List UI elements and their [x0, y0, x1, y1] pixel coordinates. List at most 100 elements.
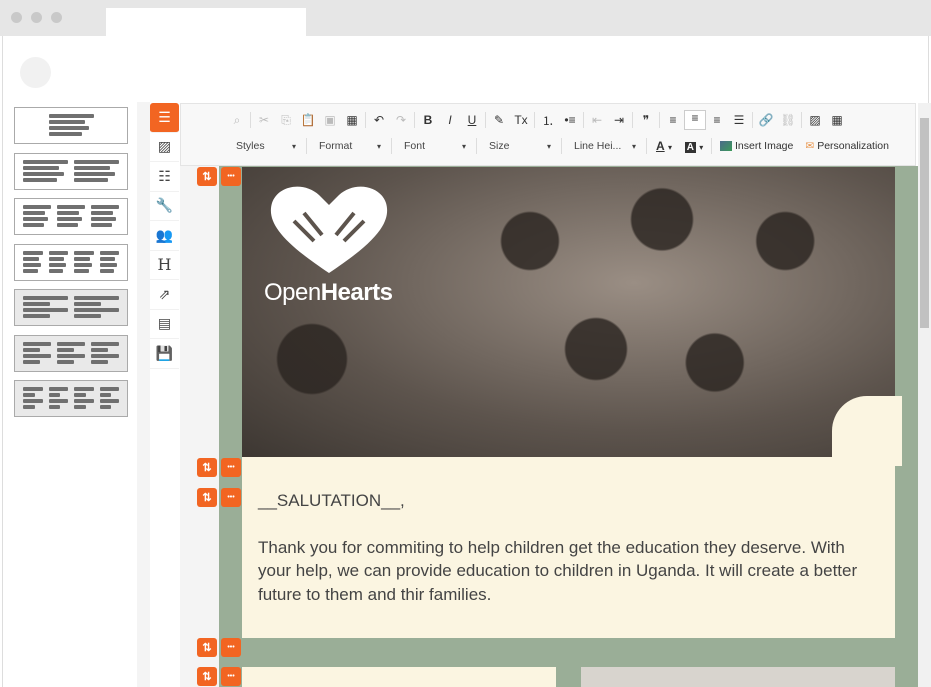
dropdown-label: Line Hei... [574, 140, 622, 152]
paste-icon[interactable]: 📋 [297, 113, 319, 127]
chevron-down-icon: ▾ [546, 141, 551, 151]
toolbar-separator [752, 112, 753, 128]
column-block-left[interactable] [242, 667, 556, 687]
move-handle[interactable]: ⇅ [197, 458, 217, 477]
panel-divider [137, 102, 150, 687]
column-block-right-image[interactable] [581, 667, 895, 687]
redo-icon[interactable]: ↷ [390, 113, 412, 127]
numbered-list-icon[interactable]: ⒈ [537, 112, 559, 129]
table-icon[interactable]: ▦ [826, 113, 848, 127]
newsletter-icon[interactable]: ▤ [150, 309, 179, 339]
dropdown-label: Format [319, 140, 353, 152]
bulleted-list-icon[interactable]: •≡ [559, 113, 581, 127]
dropdown-format[interactable]: Format ▾ [309, 140, 389, 152]
window-minimize-dot[interactable] [31, 12, 42, 23]
heading-icon[interactable]: H [150, 250, 179, 280]
list-icon[interactable]: ☷ [150, 162, 179, 192]
layout-option-3-col[interactable] [14, 198, 128, 235]
justify-icon[interactable]: ☰ [728, 113, 750, 127]
toolbar-separator [365, 112, 366, 128]
insert-image-button[interactable]: Insert Image [720, 140, 793, 152]
toolbar-separator [583, 112, 584, 128]
layout-option-3-col[interactable] [14, 334, 128, 372]
outdent-icon[interactable]: ⇤ [586, 113, 608, 127]
align-right-icon[interactable]: ≡ [706, 113, 728, 127]
layout-option-4-col[interactable] [14, 243, 128, 281]
toolbar-separator [250, 112, 251, 128]
align-center-icon[interactable]: ≡ [684, 110, 706, 130]
chevron-down-icon: ▾ [291, 141, 296, 151]
toolbar-separator [414, 112, 415, 128]
layout-option-2-col[interactable] [14, 152, 128, 190]
move-handle[interactable]: ⇅ [197, 488, 217, 507]
salutation: __SALUTATION__, [258, 491, 405, 510]
dropdown-label: Styles [236, 140, 265, 152]
dropdown-font[interactable]: Font ▾ [394, 140, 474, 152]
dropdown-styles[interactable]: Styles ▾ [226, 140, 304, 152]
text-block[interactable]: __SALUTATION__, Thank you for commiting … [242, 457, 895, 638]
move-handle[interactable]: ⇅ [197, 667, 217, 686]
dropdown-linehei[interactable]: Line Hei... ▾ [564, 140, 644, 152]
clear-format-icon[interactable]: Tx [510, 113, 532, 127]
dropdown-label: Size [489, 140, 510, 152]
find-icon[interactable]: ⌕ [226, 113, 248, 128]
italic-icon[interactable]: I [439, 113, 461, 127]
hero-image[interactable]: OpenHearts [242, 167, 895, 457]
align-left-icon[interactable]: ≡ [662, 113, 684, 127]
body-text: Thank you for commiting to help children… [258, 537, 858, 604]
link-out-icon[interactable]: ⇗ [150, 280, 179, 310]
indent-icon[interactable]: ⇥ [608, 113, 630, 127]
scrollbar-thumb[interactable] [920, 118, 929, 328]
bold-icon[interactable]: B [417, 113, 439, 127]
child-left-silhouette [262, 317, 362, 457]
editor-toolbar: ⌕ ✂ ⎘ 📋 ▣ ▦ ↶ ↷ B I U ✎ Tx ⒈ •≡ ⇤ ⇥ ❞ ≡ ≡ ≡ ☰ 🔗 ⛓ ▨ ▦ Styles ▾ Form… [180, 103, 916, 166]
side-toolbar: ☰ ▨ ☷ 🔧 👥 H ⇗ ▤ 💾 [150, 103, 179, 369]
wrench-icon[interactable]: 🔧 [150, 191, 179, 221]
toolbar-separator [659, 112, 660, 128]
insert-image-icon [720, 141, 732, 151]
personalization-button[interactable]: ✉ Personalization [805, 140, 889, 152]
more-options-button[interactable]: ••• [221, 638, 241, 657]
text-color-button[interactable]: A ▾ [649, 139, 679, 153]
window-maximize-dot[interactable] [51, 12, 62, 23]
image-icon[interactable]: ▨ [150, 132, 179, 162]
layout-option-4-col[interactable] [14, 380, 128, 417]
window-close-dot[interactable] [11, 12, 22, 23]
move-handle[interactable]: ⇅ [197, 638, 217, 657]
bg-color-button[interactable]: A ▾ [679, 139, 709, 153]
children-photo-silhouettes [442, 187, 882, 457]
copy-icon[interactable]: ⎘ [275, 113, 297, 128]
chevron-down-icon: ▾ [461, 141, 466, 151]
cut-icon[interactable]: ✂ [253, 113, 275, 127]
format-painter-icon[interactable]: ✎ [488, 113, 510, 127]
toolbar-separator [485, 112, 486, 128]
browser-tab[interactable] [106, 8, 306, 36]
blockquote-icon[interactable]: ❞ [635, 113, 657, 127]
dropdown-size[interactable]: Size ▾ [479, 140, 559, 152]
save-icon[interactable]: 💾 [150, 339, 179, 369]
link-icon[interactable]: 🔗 [755, 113, 777, 127]
underline-icon[interactable]: U [461, 113, 483, 127]
chevron-down-icon: ▾ [631, 141, 636, 151]
logo-text: OpenHearts [264, 279, 393, 306]
paste-word-icon[interactable]: ▦ [341, 113, 363, 127]
more-options-button[interactable]: ••• [221, 667, 241, 686]
avatar[interactable] [20, 57, 51, 88]
personalization-icon: ✉ [805, 140, 815, 152]
layout-option-2-col[interactable] [14, 289, 128, 326]
more-options-button[interactable]: ••• [221, 167, 241, 186]
paste-text-icon[interactable]: ▣ [319, 113, 341, 127]
layout-option-1-col[interactable] [14, 107, 128, 144]
heart-hands-logo-icon [270, 186, 388, 273]
more-options-button[interactable]: ••• [221, 458, 241, 477]
image-icon[interactable]: ▨ [804, 113, 826, 127]
rows-icon[interactable]: ☰ [150, 103, 179, 133]
users-icon[interactable]: 👥 [150, 221, 179, 251]
more-options-button[interactable]: ••• [221, 488, 241, 507]
undo-icon[interactable]: ↶ [368, 113, 390, 127]
toolbar-separator [534, 112, 535, 128]
toolbar-separator [801, 112, 802, 128]
unlink-icon[interactable]: ⛓ [777, 113, 799, 127]
dropdown-label: Font [404, 140, 426, 152]
move-handle[interactable]: ⇅ [197, 167, 217, 186]
